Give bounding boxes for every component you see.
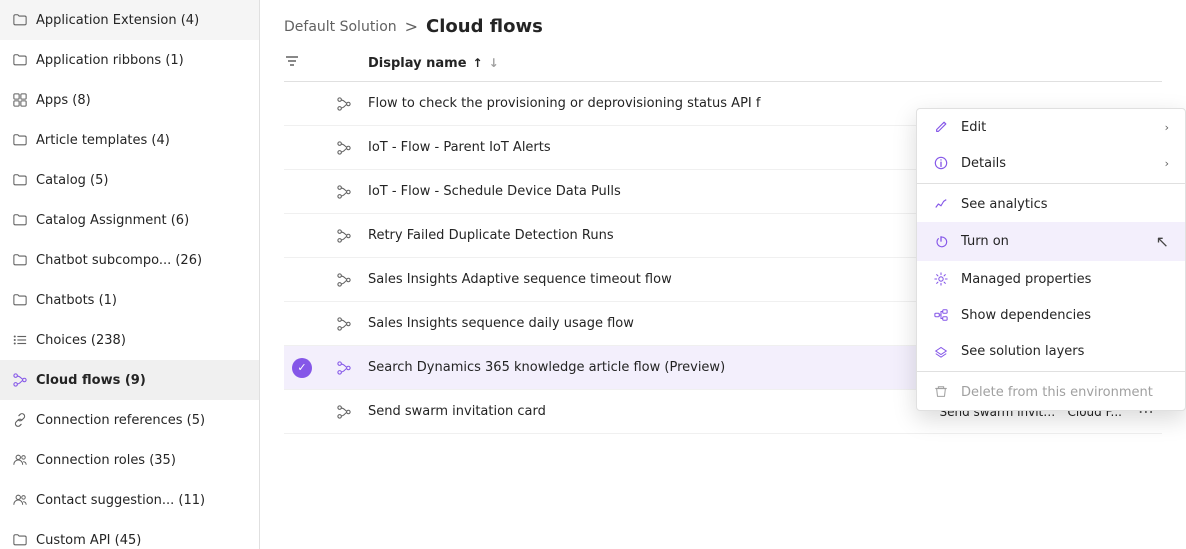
menu-item-show-dependencies[interactable]: Show dependencies bbox=[917, 297, 1185, 333]
table-header: Display name ↑ ↓ bbox=[284, 45, 1162, 82]
menu-label-managed-properties: Managed properties bbox=[961, 272, 1091, 287]
header-check-col bbox=[284, 53, 320, 73]
row-flow-icon bbox=[328, 405, 360, 419]
sidebar-item-catalog[interactable]: Catalog (5) bbox=[0, 160, 259, 200]
row-flow-icon bbox=[328, 317, 360, 331]
menu-item-edit[interactable]: Edit › bbox=[917, 109, 1185, 145]
sidebar-label-cloud-flows: Cloud flows (9) bbox=[36, 373, 247, 388]
choices-icon bbox=[12, 332, 28, 348]
row-flow-icon bbox=[328, 229, 360, 243]
menu-divider bbox=[917, 183, 1185, 184]
sidebar-item-chatbot-subcompo[interactable]: Chatbot subcompo... (26) bbox=[0, 240, 259, 280]
breadcrumb-separator: > bbox=[405, 17, 418, 36]
apps-icon bbox=[12, 92, 28, 108]
catalog-assignment-icon bbox=[12, 212, 28, 228]
row-checkbox[interactable]: ✓ bbox=[284, 358, 320, 378]
sidebar-label-article-templates: Article templates (4) bbox=[36, 133, 247, 148]
breadcrumb-current: Cloud flows bbox=[426, 16, 543, 37]
breadcrumb: Default Solution > Cloud flows bbox=[260, 0, 1186, 45]
sidebar-item-chatbots[interactable]: Chatbots (1) bbox=[0, 280, 259, 320]
chatbots-icon bbox=[12, 292, 28, 308]
sidebar-item-connection-roles[interactable]: Connection roles (35) bbox=[0, 440, 259, 480]
sidebar-item-choices[interactable]: Choices (238) bbox=[0, 320, 259, 360]
application-ribbons-icon bbox=[12, 52, 28, 68]
row-name: Send swarm invitation card bbox=[368, 392, 931, 431]
menu-label-show-dependencies: Show dependencies bbox=[961, 308, 1091, 323]
menu-label-edit: Edit bbox=[961, 120, 986, 135]
menu-label-details: Details bbox=[961, 156, 1006, 171]
sidebar-item-application-extension[interactable]: Application Extension (4) bbox=[0, 0, 259, 40]
sidebar-item-article-templates[interactable]: Article templates (4) bbox=[0, 120, 259, 160]
turn-on-icon bbox=[933, 234, 949, 250]
menu-item-managed-properties[interactable]: Managed properties bbox=[917, 261, 1185, 297]
sidebar-label-connection-references: Connection references (5) bbox=[36, 413, 247, 428]
sidebar-label-connection-roles: Connection roles (35) bbox=[36, 453, 247, 468]
custom-api-icon bbox=[12, 532, 28, 548]
row-flow-icon bbox=[328, 361, 360, 375]
menu-item-turn-on[interactable]: Turn on ↖ bbox=[917, 222, 1185, 261]
connection-roles-icon bbox=[12, 452, 28, 468]
sidebar-item-custom-api[interactable]: Custom API (45) bbox=[0, 520, 259, 549]
row-name: Search Dynamics 365 knowledge article fl… bbox=[368, 348, 931, 387]
main-content: Default Solution > Cloud flows Display n… bbox=[260, 0, 1186, 549]
sidebar-label-application-ribbons: Application ribbons (1) bbox=[36, 53, 247, 68]
sidebar-item-connection-references[interactable]: Connection references (5) bbox=[0, 400, 259, 440]
show-dependencies-icon bbox=[933, 307, 949, 323]
menu-item-details[interactable]: Details › bbox=[917, 145, 1185, 181]
cloud-flows-icon bbox=[12, 372, 28, 388]
delete-from-env-icon bbox=[933, 384, 949, 400]
menu-item-see-solution-layers[interactable]: See solution layers bbox=[917, 333, 1185, 369]
sidebar-label-custom-api: Custom API (45) bbox=[36, 533, 247, 548]
managed-properties-icon bbox=[933, 271, 949, 287]
sidebar-item-cloud-flows[interactable]: Cloud flows (9) bbox=[0, 360, 259, 400]
menu-label-turn-on: Turn on bbox=[961, 234, 1009, 249]
sidebar: Application Extension (4) Application rib… bbox=[0, 0, 260, 549]
catalog-icon bbox=[12, 172, 28, 188]
header-name-col[interactable]: Display name ↑ ↓ bbox=[368, 56, 1162, 71]
menu-divider-2 bbox=[917, 371, 1185, 372]
menu-label-delete-from-env: Delete from this environment bbox=[961, 385, 1153, 400]
details-icon bbox=[933, 155, 949, 171]
sidebar-item-application-ribbons[interactable]: Application ribbons (1) bbox=[0, 40, 259, 80]
row-flow-icon bbox=[328, 185, 360, 199]
article-templates-icon bbox=[12, 132, 28, 148]
cursor-indicator: ↖ bbox=[1156, 232, 1169, 251]
application-extension-icon bbox=[12, 12, 28, 28]
row-flow-icon bbox=[328, 141, 360, 155]
see-analytics-icon bbox=[933, 196, 949, 212]
context-menu: Edit › Details › See analytics Turn on ↖ Manage… bbox=[916, 108, 1186, 411]
breadcrumb-parent[interactable]: Default Solution bbox=[284, 19, 397, 35]
chevron-icon: › bbox=[1165, 121, 1169, 134]
display-name-label: Display name bbox=[368, 56, 467, 71]
sort-desc-icon[interactable]: ↓ bbox=[489, 56, 499, 70]
sidebar-item-contact-suggestion[interactable]: Contact suggestion... (11) bbox=[0, 480, 259, 520]
sidebar-label-application-extension: Application Extension (4) bbox=[36, 13, 247, 28]
menu-item-see-analytics[interactable]: See analytics bbox=[917, 186, 1185, 222]
sidebar-label-catalog-assignment: Catalog Assignment (6) bbox=[36, 213, 247, 228]
filter-icon bbox=[284, 53, 300, 69]
menu-item-delete-from-env: Delete from this environment bbox=[917, 374, 1185, 410]
menu-label-see-solution-layers: See solution layers bbox=[961, 344, 1084, 359]
row-flow-icon bbox=[328, 97, 360, 111]
sort-asc-icon[interactable]: ↑ bbox=[473, 56, 483, 70]
chevron-icon: › bbox=[1165, 157, 1169, 170]
sidebar-label-contact-suggestion: Contact suggestion... (11) bbox=[36, 493, 247, 508]
connection-references-icon bbox=[12, 412, 28, 428]
sidebar-label-chatbots: Chatbots (1) bbox=[36, 293, 247, 308]
sidebar-item-apps[interactable]: Apps (8) bbox=[0, 80, 259, 120]
chatbot-subcompo-icon bbox=[12, 252, 28, 268]
sidebar-item-catalog-assignment[interactable]: Catalog Assignment (6) bbox=[0, 200, 259, 240]
see-solution-layers-icon bbox=[933, 343, 949, 359]
sidebar-label-catalog: Catalog (5) bbox=[36, 173, 247, 188]
edit-icon bbox=[933, 119, 949, 135]
sidebar-label-chatbot-subcompo: Chatbot subcompo... (26) bbox=[36, 253, 247, 268]
contact-suggestion-icon bbox=[12, 492, 28, 508]
sidebar-label-apps: Apps (8) bbox=[36, 93, 247, 108]
menu-label-see-analytics: See analytics bbox=[961, 197, 1048, 212]
check-circle-icon: ✓ bbox=[292, 358, 312, 378]
row-flow-icon bbox=[328, 273, 360, 287]
sidebar-label-choices: Choices (238) bbox=[36, 333, 247, 348]
